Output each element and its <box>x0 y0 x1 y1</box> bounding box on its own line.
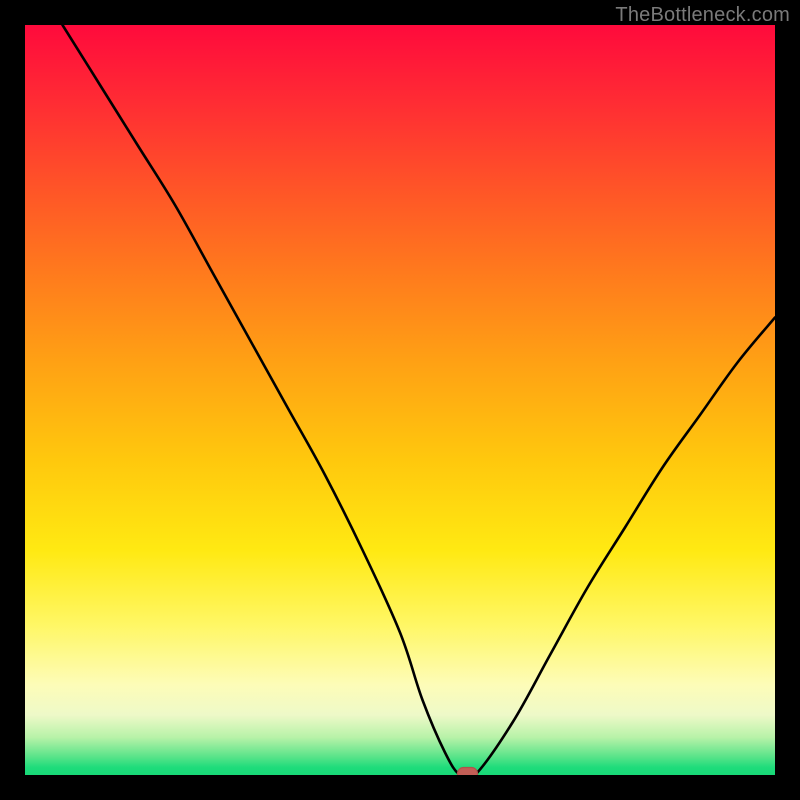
optimal-point-marker <box>458 768 478 776</box>
bottleneck-curve <box>63 25 776 775</box>
plot-area <box>25 25 775 775</box>
bottleneck-chart <box>25 25 775 775</box>
attribution-label: TheBottleneck.com <box>615 4 790 27</box>
chart-frame: TheBottleneck.com <box>0 0 800 800</box>
